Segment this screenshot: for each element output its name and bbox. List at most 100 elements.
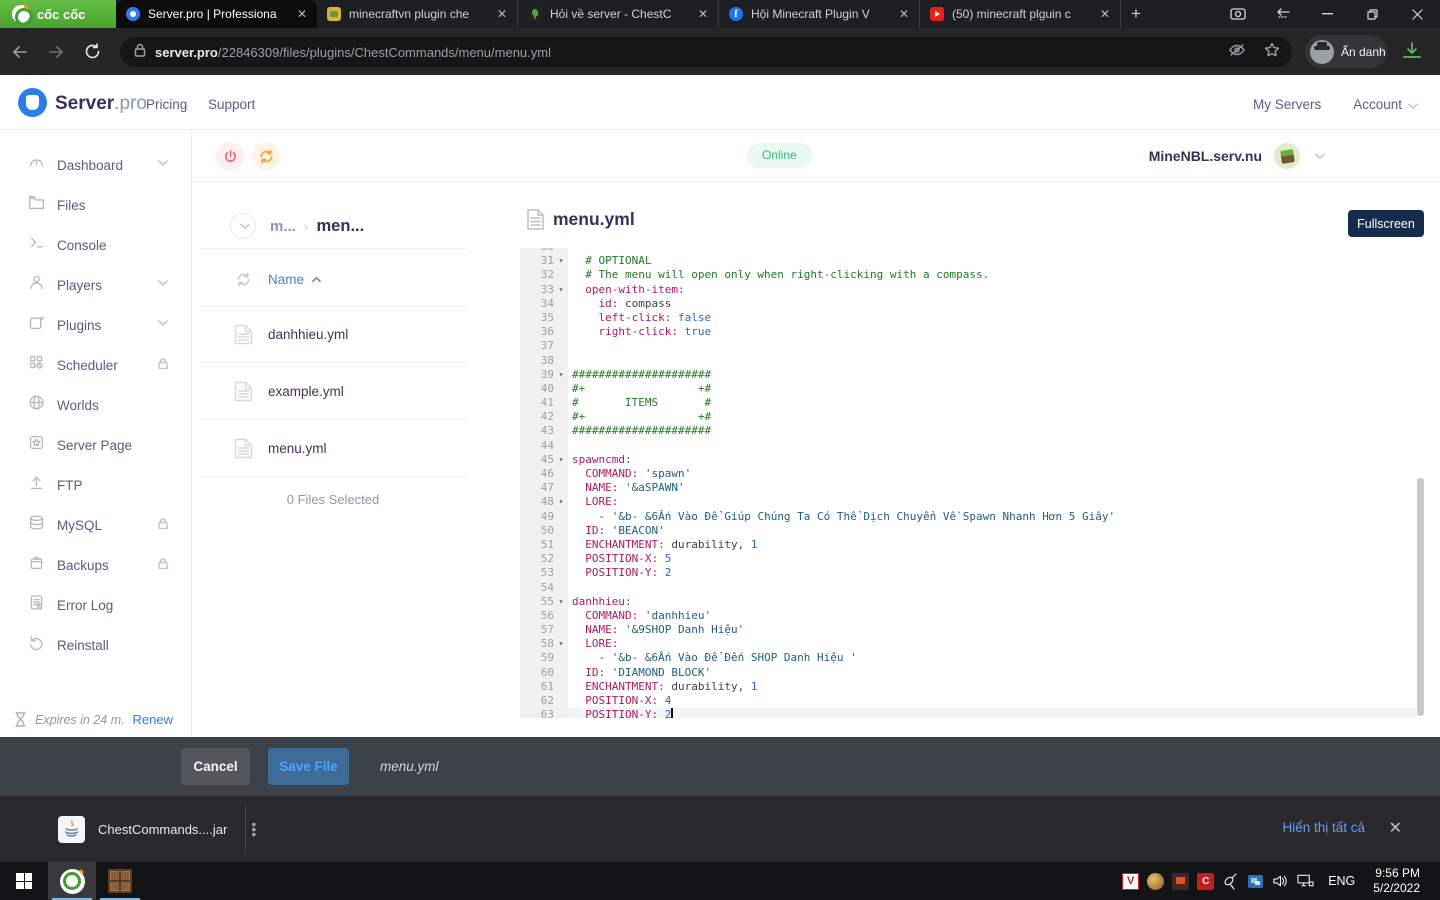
folder-up-button[interactable]	[230, 213, 256, 239]
taskbar-clock[interactable]: 9:56 PM 5/2/2022	[1373, 866, 1432, 896]
sidebar-item-ftp[interactable]: FTP	[0, 465, 191, 505]
nav-pricing[interactable]: Pricing	[146, 97, 187, 112]
browser-tab[interactable]: (50) minecraft plguin c✕	[920, 0, 1121, 28]
serverpro-logo-icon[interactable]	[18, 88, 47, 117]
code-line[interactable]: 38	[520, 354, 1416, 368]
nav-my-servers[interactable]: My Servers	[1253, 97, 1321, 112]
code-line[interactable]: 41# ITEMS #	[520, 396, 1416, 410]
browser-tab[interactable]: Hội Minecraft Plugin V✕	[719, 0, 920, 28]
close-tab-icon[interactable]: ✕	[696, 6, 710, 22]
downloaded-file-chip[interactable]: ChestCommands....jar •••	[48, 808, 266, 851]
file-row[interactable]: menu.yml	[200, 420, 466, 477]
close-tab-icon[interactable]: ✕	[1098, 6, 1112, 22]
code-line[interactable]: 63 POSITION-Y: 2	[520, 708, 1416, 718]
fold-arrow-icon[interactable]: ▾	[554, 254, 568, 268]
fold-arrow-icon[interactable]: ▾	[554, 453, 568, 467]
code-line[interactable]: 35 left-click: false	[520, 311, 1416, 325]
v-app-tray-icon[interactable]: V	[1122, 873, 1139, 890]
fullscreen-button[interactable]: Fullscreen	[1348, 210, 1424, 237]
start-button[interactable]	[0, 862, 48, 900]
sidebar-item-plugins[interactable]: Plugins	[0, 305, 191, 345]
code-line[interactable]: 48▾ LORE:	[520, 495, 1416, 509]
sidebar-item-worlds[interactable]: Worlds	[0, 385, 191, 425]
security-tray-icon[interactable]	[1247, 873, 1264, 890]
code-line[interactable]: 32 # The menu will open only when right-…	[520, 268, 1416, 282]
code-line[interactable]: 54	[520, 581, 1416, 595]
code-line[interactable]: 33▾ open-with-item:	[520, 283, 1416, 297]
satellite-tray-icon[interactable]	[1222, 873, 1239, 890]
sidebar-item-players[interactable]: Players	[0, 265, 191, 305]
sort-by-name[interactable]: Name	[268, 272, 304, 287]
fold-arrow-icon[interactable]: ▾	[554, 283, 568, 297]
close-tab-icon[interactable]: ✕	[495, 6, 509, 22]
code-line[interactable]: 36 right-click: true	[520, 325, 1416, 339]
close-download-bar-icon[interactable]: ✕	[1389, 818, 1402, 838]
code-line[interactable]: 42#+ +#	[520, 410, 1416, 424]
code-line[interactable]: 51 ENCHANTMENT: durability, 1	[520, 538, 1416, 552]
sidebar-item-files[interactable]: Files	[0, 185, 191, 225]
language-indicator[interactable]: ENG	[1328, 874, 1355, 888]
forward-icon[interactable]	[46, 42, 66, 62]
show-all-downloads-link[interactable]: Hiển thị tất cả	[1282, 820, 1365, 835]
close-tab-icon[interactable]: ✕	[897, 6, 911, 22]
code-line[interactable]: 45▾spawncmd:	[520, 453, 1416, 467]
incognito-badge[interactable]: Ẩn danh	[1305, 35, 1387, 68]
sidebar-item-dashboard[interactable]: Dashboard	[0, 145, 191, 185]
red-app-tray-icon[interactable]: C	[1197, 873, 1214, 890]
code-line[interactable]: 58▾ LORE:	[520, 637, 1416, 651]
taskbar-minecraft-button[interactable]	[96, 862, 144, 900]
code-line[interactable]: 60 ID: 'DIAMOND BLOCK'	[520, 666, 1416, 680]
save-file-button[interactable]: Save File	[268, 748, 349, 785]
close-window-button[interactable]	[1395, 0, 1440, 28]
restore-button[interactable]	[1350, 0, 1395, 28]
power-button[interactable]	[216, 142, 244, 170]
server-avatar[interactable]	[1274, 143, 1300, 169]
sidebar-item-reinstall[interactable]: Reinstall	[0, 625, 191, 665]
file-row[interactable]: danhhieu.yml	[200, 306, 466, 363]
code-line[interactable]: 43#####################	[520, 424, 1416, 438]
fold-arrow-icon[interactable]: ▾	[554, 637, 568, 651]
code-line[interactable]: 37	[520, 339, 1416, 353]
code-line[interactable]: 44	[520, 439, 1416, 453]
code-line[interactable]: 55▾danhhieu:	[520, 595, 1416, 609]
reload-icon[interactable]	[82, 42, 102, 62]
code-line[interactable]: 53 POSITION-Y: 2	[520, 566, 1416, 580]
download-menu-icon[interactable]: •••	[251, 822, 256, 837]
coccoc-menu-button[interactable]: cốc cốc	[0, 0, 116, 28]
code-line[interactable]: 50 ID: 'BEACON'	[520, 524, 1416, 538]
code-line[interactable]: 52 POSITION-X: 5	[520, 552, 1416, 566]
cancel-button[interactable]: Cancel	[181, 748, 250, 785]
browser-tab[interactable]: minecraftvn plugin che✕	[317, 0, 518, 28]
code-line[interactable]: 62 POSITION-X: 4	[520, 694, 1416, 708]
code-line[interactable]: 49 - '&b- &6Ấn Vào Để Giúp Chúng Ta Có T…	[520, 510, 1416, 524]
refresh-files-icon[interactable]	[236, 272, 251, 287]
fold-arrow-icon[interactable]: ▾	[554, 595, 568, 609]
minimize-button[interactable]	[1305, 0, 1350, 28]
code-line[interactable]: 31▾ # OPTIONAL	[520, 254, 1416, 268]
close-tab-icon[interactable]: ✕	[295, 6, 309, 22]
breadcrumb-parent[interactable]: m...	[270, 218, 296, 235]
privacy-eye-icon[interactable]	[1228, 43, 1246, 62]
code-line[interactable]: 34 id: compass	[520, 297, 1416, 311]
coin-app-tray-icon[interactable]	[1147, 873, 1164, 890]
sidebar-item-backups[interactable]: Backups	[0, 545, 191, 585]
code-line[interactable]: 57 NAME: '&9SHOP Danh Hiệu'	[520, 623, 1416, 637]
code-line[interactable]: 39▾#####################	[520, 368, 1416, 382]
code-line[interactable]: 46 COMMAND: 'spawn'	[520, 467, 1416, 481]
fold-arrow-icon[interactable]: ▾	[554, 495, 568, 509]
network-tray-icon[interactable]	[1297, 873, 1314, 890]
new-tab-button[interactable]: +	[1121, 0, 1151, 28]
code-line[interactable]: 61 ENCHANTMENT: durability, 1	[520, 680, 1416, 694]
fold-arrow-icon[interactable]: ▾	[554, 368, 568, 382]
code-line[interactable]: 56 COMMAND: 'danhhieu'	[520, 609, 1416, 623]
reopen-tab-icon[interactable]	[1260, 0, 1305, 28]
code-line[interactable]: 47 NAME: '&aSPAWN'	[520, 481, 1416, 495]
taskbar-coccoc-button[interactable]	[48, 862, 96, 900]
restart-button[interactable]	[252, 142, 280, 170]
browser-tab[interactable]: Hỏi về server - ChestC✕	[518, 0, 719, 28]
address-input[interactable]: server.pro/22846309/files/plugins/ChestC…	[120, 37, 1292, 67]
screen-capture-icon[interactable]	[1215, 0, 1260, 28]
back-icon[interactable]	[10, 42, 30, 62]
code-line[interactable]: 40#+ +#	[520, 382, 1416, 396]
browser-tab[interactable]: Server.pro | Professiona✕	[116, 0, 317, 28]
